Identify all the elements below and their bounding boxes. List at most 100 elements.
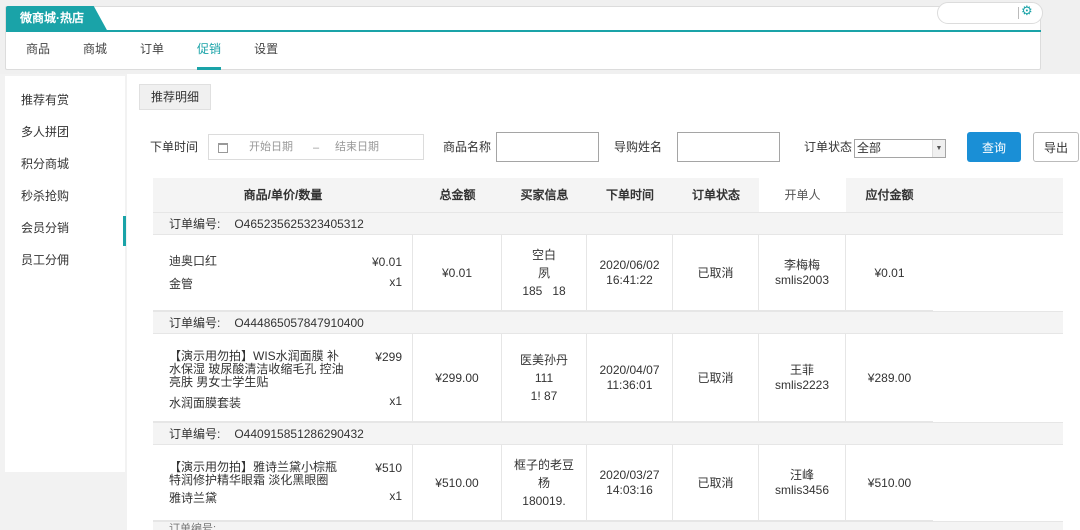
buyer-name: 杨 — [537, 475, 550, 490]
operator-id: smlis2003 — [774, 272, 830, 287]
order-time-label: 下单时间 — [150, 140, 199, 154]
order-no-label: 订单编号: — [169, 316, 221, 330]
table-row: 迪奥口红 ¥0.01 金管 x1 ¥0.01 空白 夙 185⁠ ⁠ ⁠ ⁠18… — [153, 235, 1063, 311]
sidebar-item-referral-reward[interactable]: 推荐有赏 — [5, 84, 125, 116]
buyer-phone: 185⁠ ⁠ ⁠ ⁠18 — [522, 283, 566, 298]
product-name[interactable]: 迪奥口红 — [169, 255, 345, 268]
table-header: 商品/单价/数量 总金额 买家信息 下单时间 订单状态 开单人 应付金额 — [153, 178, 1063, 212]
order-time: 2020/06/02 16:41:22 — [587, 235, 673, 311]
product-name[interactable]: 【演示用勿拍】雅诗兰黛小棕瓶特润修护精华眼霜 淡化黑眼圈 — [169, 461, 345, 487]
order-time: 2020/04/07 11:36:01 — [587, 334, 673, 422]
product-cell: 迪奥口红 ¥0.01 金管 x1 — [153, 235, 413, 311]
buyer-phone: 180019. — [522, 493, 566, 508]
operator-id: smlis3456 — [774, 482, 830, 497]
date-range-dash: – — [313, 142, 320, 154]
order-header: 订单编号: O440915851286290432 — [153, 422, 1063, 445]
buyer-nickname: 框子的老豆 — [513, 457, 574, 472]
unit-price: ¥0.01 — [371, 255, 402, 269]
nav-item-mall[interactable]: 商城 — [83, 40, 107, 70]
product-spec: 水润面膜套装 — [169, 396, 242, 410]
buyer-name: 111 — [534, 370, 554, 385]
nav-item-orders[interactable]: 订单 — [140, 40, 164, 70]
payable-amount: ¥289.00 — [846, 334, 933, 422]
export-button[interactable]: 导出 — [1033, 132, 1079, 162]
order-status: 已取消 — [673, 445, 759, 521]
nav-item-products[interactable]: 商品 — [26, 40, 50, 70]
start-date-field[interactable]: 开始日期 — [249, 135, 293, 159]
referral-table: 商品/单价/数量 总金额 买家信息 下单时间 订单状态 开单人 应付金额 订单编… — [153, 178, 1063, 530]
end-date-field[interactable]: 结束日期 — [335, 135, 379, 159]
operator-name: 王菲 — [789, 362, 814, 377]
order-time: 2020/03/27 14:03:16 — [587, 445, 673, 521]
payable-amount: ¥0.01 — [846, 235, 933, 311]
unit-price: ¥510 — [375, 461, 402, 475]
product-name[interactable]: 【演示用勿拍】WIS水润面膜 补水保湿 玻尿酸清洁收缩毛孔 控油亮肤 男女士学生… — [169, 350, 345, 389]
total-amount: ¥299.00 — [413, 334, 502, 422]
product-spec: 雅诗兰黛 — [169, 491, 218, 505]
col-header-total: 总金额 — [439, 188, 476, 202]
product-name-label: 商品名称 — [443, 140, 492, 154]
order-header-partial: 订单编号: — [153, 521, 1063, 530]
order-no: O465235625323405312 — [234, 217, 364, 231]
sidebar-list: 推荐有赏 多人拼团 积分商城 秒杀抢购 会员分销 员工分佣 — [5, 76, 126, 276]
sidebar-item-flash-sale[interactable]: 秒杀抢购 — [5, 180, 125, 212]
order-header: 订单编号: O465235625323405312 — [153, 212, 1063, 235]
sidebar-item-staff-commission[interactable]: 员工分佣 — [5, 244, 125, 276]
operator-name: 汪峰 — [789, 467, 814, 482]
query-button[interactable]: 查询 — [967, 132, 1021, 162]
order-no-label: 订单编号: — [169, 427, 221, 441]
sidebar-item-member-distribution[interactable]: 会员分销 — [5, 212, 126, 246]
order-status: 已取消 — [673, 235, 759, 311]
operator: 王菲 smlis2223 — [759, 334, 846, 422]
sidebar-item-group-buy[interactable]: 多人拼团 — [5, 116, 125, 148]
top-header: 微商城·热店 商品 商城 订单 促销 设置 ⚙ — [0, 0, 1080, 74]
order-date: 2020/04/07 — [599, 362, 660, 377]
order-date: 2020/06/02 — [599, 257, 660, 272]
col-header-product: 商品/单价/数量 — [243, 188, 323, 202]
sidebar-item-points-mall[interactable]: 积分商城 — [5, 148, 125, 180]
gear-icon[interactable]: ⚙ — [1021, 4, 1035, 18]
tool-divider — [1018, 7, 1019, 19]
quantity: x1 — [389, 489, 402, 503]
total-amount: ¥510.00 — [413, 445, 502, 521]
buyer-nickname: 空白 — [531, 247, 556, 262]
col-header-status: 订单状态 — [691, 188, 740, 202]
order-no-label: 订单编号: — [169, 217, 221, 231]
operator-name: 李梅梅 — [783, 257, 820, 272]
order-status-value: 全部 — [857, 141, 882, 155]
product-spec: 金管 — [169, 277, 194, 291]
order-status: 已取消 — [673, 334, 759, 422]
product-name-input[interactable] — [496, 132, 599, 162]
main-content: 推荐明细 下单时间 开始日期 – 结束日期 商品名称 导购姓名 订单状态 全部 … — [127, 74, 1080, 530]
col-header-buyer: 买家信息 — [520, 188, 569, 202]
buyer-info: 医美孙丹 111 1! 87 — [502, 334, 587, 422]
main-nav: 商品 商城 订单 促销 设置 — [26, 40, 311, 70]
unit-price: ¥299 — [375, 350, 402, 364]
order-date: 2020/03/27 — [599, 467, 660, 482]
tab-referral-details[interactable]: 推荐明细 — [139, 84, 212, 110]
date-range-picker[interactable]: 开始日期 – 结束日期 — [208, 134, 424, 160]
operator-id: smlis2223 — [774, 377, 830, 392]
buyer-info: 空白 夙 185⁠ ⁠ ⁠ ⁠18 — [502, 235, 587, 311]
chevron-down-icon[interactable]: ▼ — [932, 140, 945, 157]
buyer-nickname: 医美孙丹 — [519, 352, 568, 367]
buyer-info: 框子的老豆 杨 180019. — [502, 445, 587, 521]
total-amount: ¥0.01 — [413, 235, 502, 311]
quantity: x1 — [389, 275, 402, 289]
payable-amount: ¥510.00 — [846, 445, 933, 521]
nav-item-promotion[interactable]: 促销 — [197, 40, 222, 70]
operator: 李梅梅 smlis2003 — [759, 235, 846, 311]
order-clock: 11:36:01 — [606, 377, 653, 392]
store-tab-rule — [6, 30, 1041, 32]
order-header: 订单编号: O444865057847910400 — [153, 311, 1063, 334]
guide-name-input[interactable] — [677, 132, 780, 162]
buyer-phone: 1! 87 — [530, 388, 558, 403]
table-row: 【演示用勿拍】雅诗兰黛小棕瓶特润修护精华眼霜 淡化黑眼圈 ¥510 雅诗兰黛 x… — [153, 445, 1063, 521]
col-header-payable: 应付金额 — [865, 188, 914, 202]
store-tab[interactable]: 微商城·热店 — [6, 6, 108, 32]
calendar-icon — [218, 143, 228, 153]
nav-item-settings[interactable]: 设置 — [254, 40, 278, 70]
col-header-order-time: 下单时间 — [605, 188, 654, 202]
buyer-name: 夙 — [537, 265, 550, 280]
order-status-select[interactable]: 全部 ▼ — [854, 139, 946, 158]
